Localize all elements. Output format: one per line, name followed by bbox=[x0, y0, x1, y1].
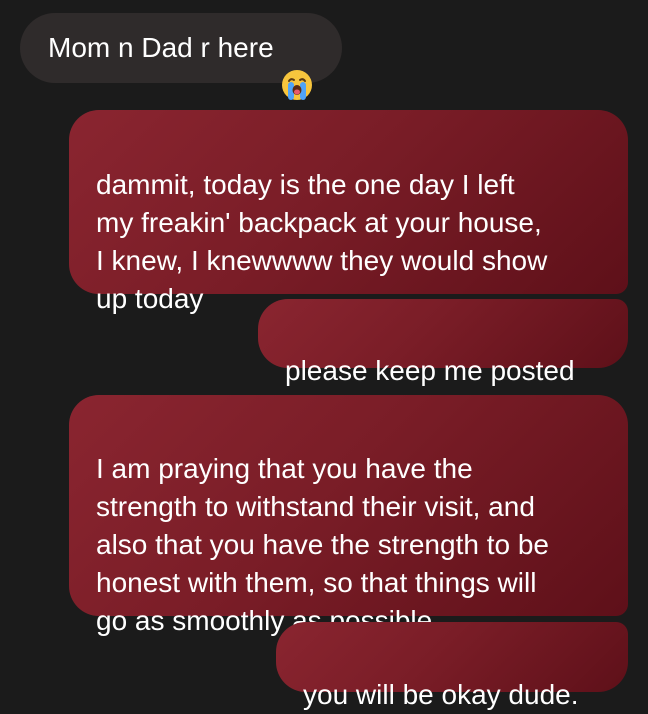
message-text: I am praying that you have the strength … bbox=[96, 453, 549, 636]
message-text: dammit, today is the one day I left my f… bbox=[96, 169, 548, 314]
sent-message-bubble[interactable]: I am praying that you have the strength … bbox=[69, 395, 628, 636]
loudly-crying-face-icon bbox=[280, 30, 314, 100]
sent-message-bubble[interactable]: dammit, today is the one day I left my f… bbox=[69, 110, 628, 314]
message-text: you will be okay dude. bbox=[303, 679, 579, 710]
sent-message-bubble[interactable]: please keep me posted bbox=[258, 299, 628, 386]
sent-message-bubble[interactable]: you will be okay dude. bbox=[276, 622, 628, 710]
message-text: please keep me posted bbox=[285, 355, 575, 386]
received-message-bubble[interactable]: Mom n Dad r here bbox=[20, 13, 342, 100]
message-text: Mom n Dad r here bbox=[48, 32, 274, 63]
